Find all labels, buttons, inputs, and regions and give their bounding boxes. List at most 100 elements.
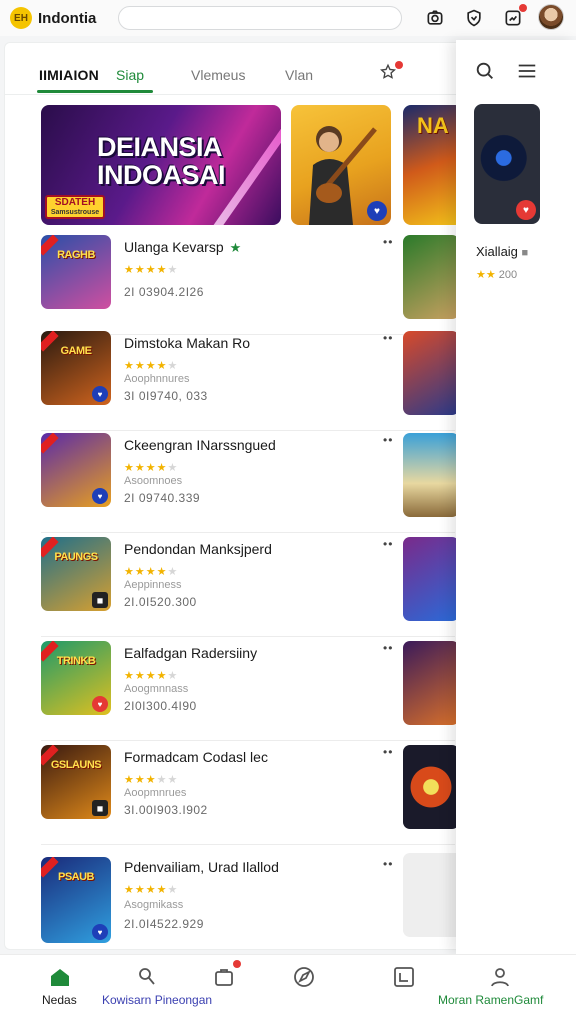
list-item[interactable]: GSLAUNS ◼ Formadcam Codasl lec ★★★★★ Aoo… xyxy=(5,743,459,845)
bottom-navigation: Nedas Kowisarn Pineongan Moran RamenGamf xyxy=(0,954,576,1024)
game-category: Aoophnnures xyxy=(124,373,190,385)
featured-banner[interactable]: DEIANSIA INDOASAI SDATEH Samsustrouse xyxy=(41,105,281,225)
favorite-icon[interactable]: ♥ xyxy=(92,386,108,402)
banner-card-partial[interactable]: NA xyxy=(403,105,463,225)
tab-vlemeus[interactable]: Vlemeus xyxy=(191,67,245,83)
game-title: Pendondan Manksjperd xyxy=(124,541,272,557)
section-title: IIMIAION xyxy=(39,67,99,83)
game-category: Asoomnoes xyxy=(124,475,183,487)
side-thumbnail[interactable] xyxy=(403,433,459,517)
search-icon[interactable] xyxy=(474,60,498,84)
notification-dot xyxy=(395,61,403,69)
side-thumbnail[interactable] xyxy=(403,331,459,415)
compass-icon[interactable] xyxy=(290,963,318,991)
active-tab-indicator xyxy=(37,90,153,93)
nav-label-community[interactable]: Kowisarn Pineongan xyxy=(102,993,212,1007)
chart-icon[interactable] xyxy=(390,963,418,991)
divider xyxy=(41,844,455,845)
home-icon[interactable] xyxy=(46,963,74,991)
game-thumbnail[interactable]: GAME ♥ xyxy=(41,331,111,405)
top-bar: EH Indontia xyxy=(0,0,576,36)
game-title: Dimstoka Makan Ro xyxy=(124,335,251,351)
more-options-icon[interactable]: •• xyxy=(383,745,393,759)
divider xyxy=(41,636,455,637)
nav-label-profile[interactable]: Moran RamenGamf xyxy=(438,993,543,1007)
more-options-icon[interactable]: •• xyxy=(383,235,393,249)
favorite-icon[interactable]: ♥ xyxy=(92,696,108,712)
rating-stars: ★★★★★ xyxy=(124,670,179,682)
side-card-title: Xiallaig ■ xyxy=(476,244,528,259)
list-item[interactable]: TRINKB ♥ Ealfadgan Radersiiny ★★★★★ Aoog… xyxy=(5,639,459,741)
game-title: Pdenvailiam, Urad Ilallod xyxy=(124,859,279,875)
more-options-icon[interactable]: •• xyxy=(383,537,393,551)
user-icon[interactable] xyxy=(132,963,160,991)
thumbnail-label: PSAUB xyxy=(57,871,95,883)
banner-card-label: NA xyxy=(417,113,449,138)
search-input[interactable] xyxy=(118,6,402,30)
more-options-icon[interactable]: •• xyxy=(383,641,393,655)
rating-stars: ★★★★★ xyxy=(124,462,179,474)
nav-label-home[interactable]: Nedas xyxy=(42,993,77,1007)
thumbnail-label: GAME xyxy=(60,345,93,357)
side-thumbnail[interactable] xyxy=(403,745,459,829)
game-thumbnail[interactable]: RAGHB xyxy=(41,235,111,309)
side-card-title-text: Xiallaig xyxy=(476,244,518,259)
more-options-icon[interactable]: •• xyxy=(383,857,393,871)
favorite-icon[interactable]: ♥ xyxy=(92,924,108,940)
game-thumbnail[interactable]: TRINKB ♥ xyxy=(41,641,111,715)
app-name: Indontia xyxy=(38,9,97,27)
game-thumbnail[interactable]: ♥ xyxy=(41,433,111,507)
game-thumbnail[interactable]: PSAUB ♥ xyxy=(41,857,111,943)
side-thumbnail[interactable] xyxy=(403,235,459,319)
game-title: Formadcam Codasl lec xyxy=(124,749,268,765)
favorites-tab[interactable] xyxy=(379,61,403,85)
tab-vlan[interactable]: Vlan xyxy=(285,67,313,83)
divider xyxy=(41,740,455,741)
game-badge-icon: ◼ xyxy=(92,800,108,816)
list-item[interactable]: PAUNGS ◼ Pendondan Manksjperd ★★★★★ Aepp… xyxy=(5,535,459,637)
banner-card-guitarist[interactable]: ♥ xyxy=(291,105,391,225)
list-item[interactable]: PSAUB ♥ Pdenvailiam, Urad Ilallod ★★★★★ … xyxy=(5,847,455,949)
profile-icon[interactable] xyxy=(486,963,514,991)
side-card-meta-value: 200 xyxy=(498,269,518,281)
banner-tag: SDATEH Samsustrouse xyxy=(45,195,105,219)
rating-stars: ★★★★★ xyxy=(124,884,179,896)
side-card-title-badge: ■ xyxy=(521,247,529,259)
side-thumbnail[interactable] xyxy=(403,537,459,621)
game-title: Ckeengran INarssngued xyxy=(124,437,276,453)
game-meta: 3I 0I9740, 033 xyxy=(124,389,208,403)
gift-icon[interactable] xyxy=(502,4,527,29)
rating-stars: ★★★★★ xyxy=(124,264,179,276)
game-title: Ealfadgan Radersiiny xyxy=(124,645,258,661)
banner-tag-sub: Samsustrouse xyxy=(50,209,100,216)
star-icon xyxy=(379,63,397,85)
list-item[interactable]: ♥ Ckeengran INarssngued ★★★★★ Asoomnoes … xyxy=(5,431,459,533)
game-meta: 2I.0I4522.929 xyxy=(124,917,204,931)
list-item[interactable]: RAGHB Ulanga Kevarsp ★ ★★★★★ 2I 03904.2I2… xyxy=(5,233,459,335)
more-options-icon[interactable]: •• xyxy=(383,331,393,345)
game-meta: 3I.00I903.I902 xyxy=(124,803,208,817)
game-title: Ulanga Kevarsp ★ xyxy=(124,239,241,256)
more-options-icon[interactable]: •• xyxy=(383,433,393,447)
favorite-icon[interactable]: ♥ xyxy=(92,488,108,504)
rating-stars: ★★★★★ xyxy=(124,566,179,578)
banner-tag-title: SDATEH xyxy=(54,197,96,208)
game-category: Aoogmnnass xyxy=(124,683,189,695)
list-item[interactable]: GAME ♥ Dimstoka Makan Ro ★★★★★ Aoophnnur… xyxy=(5,329,459,431)
side-thumbnail[interactable] xyxy=(403,641,459,725)
thumbnail-label: TRINKB xyxy=(56,655,96,667)
game-thumbnail[interactable]: PAUNGS ◼ xyxy=(41,537,111,611)
bag-icon[interactable] xyxy=(210,960,241,991)
avatar[interactable] xyxy=(538,4,564,30)
game-meta: 2I 09740.339 xyxy=(124,491,201,505)
game-meta: 2I0I300.4I90 xyxy=(124,699,197,713)
game-thumbnail[interactable]: GSLAUNS ◼ xyxy=(41,745,111,819)
favorite-icon[interactable]: ♥ xyxy=(367,201,387,221)
shield-icon[interactable] xyxy=(463,7,485,29)
side-featured-card[interactable]: ♥ xyxy=(474,104,540,224)
camera-icon[interactable] xyxy=(424,7,446,29)
favorite-icon[interactable]: ♥ xyxy=(516,200,536,220)
brand[interactable]: EH Indontia xyxy=(10,7,96,29)
tab-siap[interactable]: Siap xyxy=(116,67,144,83)
menu-icon[interactable] xyxy=(516,60,540,84)
